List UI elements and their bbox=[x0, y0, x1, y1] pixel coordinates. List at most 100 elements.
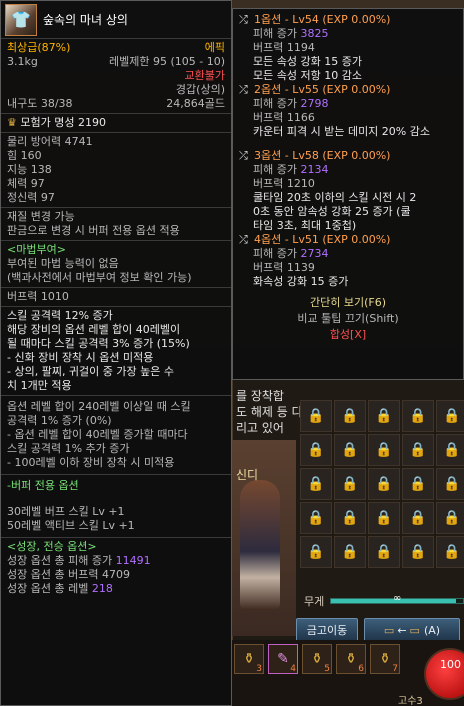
hp-value: 100 bbox=[440, 658, 461, 671]
item-price: 24,864골드 bbox=[166, 97, 225, 110]
inventory-grid: 🔒 🔒 🔒 🔒 🔒 🔒 🔒 🔒 🔒 🔒 🔒 🔒 🔒 🔒 🔒 🔒 🔒 🔒 🔒 🔒 … bbox=[296, 396, 464, 592]
lock-icon[interactable]: 🔒 bbox=[300, 400, 332, 432]
quickslot-item[interactable]: ✎ 4 bbox=[268, 644, 298, 674]
lock-icon[interactable]: 🔒 bbox=[402, 468, 434, 500]
lock-icon[interactable]: 🔒 bbox=[402, 434, 434, 466]
buffer-header: -버퍼 전용 옵션 bbox=[7, 479, 79, 492]
bag-icon: ⚱ bbox=[311, 651, 323, 667]
option-level-line: 옵션 레벨 합이 240레벨 이상일 때 스킬 bbox=[7, 400, 191, 413]
fame-icon: ♛ bbox=[7, 116, 17, 129]
stat-line: 물리 방어력 4741 bbox=[7, 135, 93, 148]
stat-line: 힘 160 bbox=[7, 149, 42, 162]
item-grade: 최상급(87%) bbox=[7, 41, 71, 54]
material-line: 재질 변경 가능 bbox=[7, 210, 75, 223]
lock-icon[interactable]: 🔒 bbox=[334, 434, 366, 466]
set-desc-line: - 신화 장비 장착 시 옵션 미적용 bbox=[7, 351, 154, 364]
stat-line: 체력 97 bbox=[7, 177, 45, 190]
lock-icon[interactable]: 🔒 bbox=[334, 468, 366, 500]
option-effect: 모든 속성 저항 10 감소 bbox=[253, 69, 362, 82]
quickslot-item[interactable]: ⚱ 7 bbox=[370, 644, 400, 674]
lock-icon[interactable]: 🔒 bbox=[368, 468, 400, 500]
material-line: 판금으로 변경 시 버퍼 전용 옵션 적용 bbox=[7, 224, 180, 237]
trade-status: 교환불가 bbox=[184, 69, 225, 82]
weight-row: 무게 ∞ bbox=[296, 592, 464, 610]
growth-section: <성장, 전승 옵션> 성장 옵션 총 피해 증가 11491 성장 옵션 총 … bbox=[1, 538, 231, 598]
item-name: 숲속의 마녀 상의 bbox=[43, 13, 128, 27]
lock-icon[interactable]: 🔒 bbox=[300, 502, 332, 534]
lock-icon[interactable]: 🔒 bbox=[368, 502, 400, 534]
buff-power-section: 버프력 1010 bbox=[1, 288, 231, 307]
option-buff: 버프력 1139 bbox=[253, 261, 315, 274]
quickslot-number: 7 bbox=[392, 664, 398, 674]
item-move-button[interactable]: ▭ ← ▭ (A) bbox=[364, 618, 460, 642]
lock-icon[interactable]: 🔒 bbox=[402, 536, 434, 568]
lock-icon[interactable]: 🔒 bbox=[436, 468, 464, 500]
damage-value: 3825 bbox=[300, 27, 329, 40]
quickslot-item[interactable]: ⚱ 6 bbox=[336, 644, 366, 674]
option-level-line: 스킬 공격력 1% 추가 증가 bbox=[7, 442, 130, 455]
lock-icon[interactable]: 🔒 bbox=[300, 468, 332, 500]
lock-icon[interactable]: 🔒 bbox=[300, 536, 332, 568]
lock-icon[interactable]: 🔒 bbox=[436, 536, 464, 568]
option-header: ⤮ 3옵션 - Lv58 (EXP 0.00%) bbox=[239, 149, 457, 163]
lock-icon[interactable]: 🔒 bbox=[368, 536, 400, 568]
fame-section: ♛ 모험가 명성 2190 bbox=[1, 114, 231, 133]
lock-icon[interactable]: 🔒 bbox=[402, 400, 434, 432]
option-header: ⤮ 2옵션 - Lv55 (EXP 0.00%) bbox=[239, 83, 457, 97]
enchant-line: 부여된 마법 능력이 없음 bbox=[7, 257, 119, 270]
lock-icon[interactable]: 🔒 bbox=[300, 434, 332, 466]
bag-icon: ⚱ bbox=[243, 651, 255, 667]
material-section: 재질 변경 가능 판금으로 변경 시 버퍼 전용 옵션 적용 bbox=[1, 208, 231, 241]
option-title: 3옵션 - Lv58 (EXP 0.00%) bbox=[254, 149, 391, 162]
lock-icon[interactable]: 🔒 bbox=[368, 434, 400, 466]
character-name: 신디 bbox=[236, 468, 259, 482]
compare-tooltip-toggle[interactable]: 비교 툴팁 끄기(Shift) bbox=[239, 311, 457, 327]
stats-section: 물리 방어력 4741 힘 160 지능 138 체력 97 정신력 97 bbox=[1, 133, 231, 208]
durability: 내구도 38/38 bbox=[7, 97, 73, 110]
damage-value: 2734 bbox=[300, 247, 329, 260]
option-effect: 모든 속성 강화 15 증가 bbox=[253, 55, 362, 68]
lock-icon[interactable]: 🔒 bbox=[334, 536, 366, 568]
lock-icon[interactable]: 🔒 bbox=[436, 502, 464, 534]
chest-icon: ▭ bbox=[409, 623, 420, 637]
skill-attack-line: 스킬 공격력 12% 증가 bbox=[7, 309, 113, 322]
lock-icon[interactable]: 🔒 bbox=[436, 434, 464, 466]
option-buff: 버프력 1166 bbox=[253, 111, 315, 124]
damage-label: 피해 증가 bbox=[253, 27, 297, 40]
damage-value: 2134 bbox=[300, 163, 329, 176]
lock-icon[interactable]: 🔒 bbox=[368, 400, 400, 432]
quickslot-number: 5 bbox=[324, 664, 330, 674]
simple-view-toggle[interactable]: 간단히 보기(F6) bbox=[239, 295, 457, 311]
buffer-line: 30레벨 버프 스킬 Lv +1 bbox=[7, 505, 125, 518]
compose-action[interactable]: 합성[X] bbox=[239, 327, 457, 343]
damage-label: 피해 증가 bbox=[253, 97, 297, 110]
damage-label: 피해 증가 bbox=[253, 163, 297, 176]
growth-value: 218 bbox=[91, 582, 113, 595]
stat-line: 지능 138 bbox=[7, 163, 52, 176]
shuffle-icon: ⤮ bbox=[239, 233, 248, 246]
buffer-section: -버퍼 전용 옵션 30레벨 버프 스킬 Lv +1 50레벨 액티브 스킬 L… bbox=[1, 475, 231, 538]
level-limit: 레벨제한 95 (105 - 10) bbox=[108, 55, 225, 68]
quickslot-item[interactable]: ⚱ 5 bbox=[302, 644, 332, 674]
option-level-section: 옵션 레벨 합이 240레벨 이상일 때 스킬 공격력 1% 증가 (0%) -… bbox=[1, 396, 231, 475]
adventurer-fame: 모험가 명성 2190 bbox=[20, 116, 106, 129]
bag-icon: ⚱ bbox=[345, 651, 357, 667]
lock-icon[interactable]: 🔒 bbox=[402, 502, 434, 534]
growth-value: 4709 bbox=[101, 568, 130, 581]
quickslot-item[interactable]: ⚱ 3 bbox=[234, 644, 264, 674]
damage-label: 피해 증가 bbox=[253, 247, 297, 260]
option-effect: 타임 3초, 최대 1중첩) bbox=[253, 219, 357, 232]
weight-bar: ∞ bbox=[330, 593, 464, 604]
item-tooltip: 👕 숲속의 마녀 상의 최상급(87%) 에픽 3.1kg 레벨제한 95 (1… bbox=[0, 0, 232, 706]
lock-icon[interactable]: 🔒 bbox=[334, 400, 366, 432]
option-buff: 버프력 1194 bbox=[253, 41, 315, 54]
lock-icon[interactable]: 🔒 bbox=[334, 502, 366, 534]
enchant-section: <마법부여> 부여된 마법 능력이 없음 (백과사전에서 마법부여 정보 확인 … bbox=[1, 241, 231, 288]
option-header: ⤮ 4옵션 - Lv51 (EXP 0.00%) bbox=[239, 233, 457, 247]
chest-icon: ▭ bbox=[383, 623, 395, 637]
storage-move-button[interactable]: 금고이동 bbox=[296, 618, 358, 642]
option-effect: 쿨타임 20초 이하의 스킬 시전 시 2 bbox=[253, 191, 417, 204]
lock-icon[interactable]: 🔒 bbox=[436, 400, 464, 432]
option-level-line: - 100레벨 이하 장비 장착 시 미적용 bbox=[7, 456, 175, 469]
shuffle-icon: ⤮ bbox=[239, 149, 248, 162]
